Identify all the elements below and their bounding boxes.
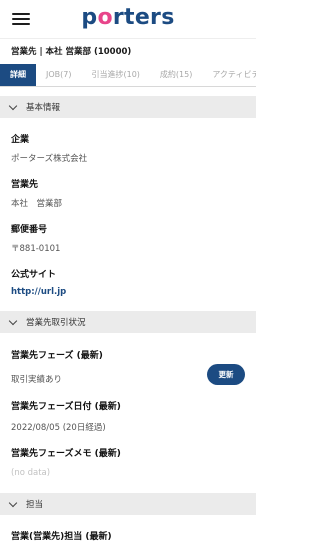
tab-contracts[interactable]: 成約(15)	[150, 64, 202, 86]
phase-date-value: 2022/08/05 (20日経過)	[11, 423, 106, 433]
website-link[interactable]: http://url.jp	[11, 287, 245, 297]
section-header-basic[interactable]: 基本情報	[0, 96, 256, 118]
field-phase-date: 営業先フェーズ日付 (最新) 2022/08/05 (20日経過)	[11, 399, 245, 433]
field-postal: 郵便番号 〒881-0101	[11, 222, 245, 254]
section-title-status: 営業先取引状況	[26, 318, 86, 328]
website-label: 公式サイト	[11, 270, 57, 280]
tab-activity[interactable]: アクティビティ	[202, 64, 256, 86]
phase-memo-value: (no data)	[11, 468, 51, 478]
section-header-owner[interactable]: 担当	[0, 493, 256, 515]
tab-allocation-progress[interactable]: 引当進捗(10)	[81, 64, 149, 86]
field-client: 営業先 本社 営業部	[11, 177, 245, 209]
postal-label: 郵便番号	[11, 225, 48, 235]
postal-value: 〒881-0101	[11, 244, 61, 254]
owner-fields: 営業(営業先)担当 (最新)	[0, 529, 256, 542]
company-value: ポーターズ株式会社	[11, 154, 88, 164]
section-title-basic: 基本情報	[26, 103, 61, 113]
chevron-down-icon	[8, 498, 18, 507]
section-title-owner: 担当	[26, 500, 44, 510]
tab-job[interactable]: JOB(7)	[36, 64, 81, 86]
field-website: 公式サイト http://url.jp	[11, 267, 245, 297]
chevron-down-icon	[8, 101, 18, 110]
client-value: 本社 営業部	[11, 199, 63, 209]
tab-details[interactable]: 詳細	[0, 64, 36, 86]
porters-logo: porters	[81, 5, 175, 30]
field-phase-memo: 営業先フェーズメモ (最新) (no data)	[11, 446, 245, 478]
top-bar: porters	[0, 0, 256, 38]
basic-info-fields: 企業 ポーターズ株式会社 営業先 本社 営業部 郵便番号 〒881-0101 公…	[0, 132, 256, 297]
section-header-status[interactable]: 営業先取引状況	[0, 311, 256, 333]
tab-bar: 詳細 JOB(7) 引当進捗(10) 成約(15) アクティビティ	[0, 64, 256, 87]
field-owner: 営業(営業先)担当 (最新)	[11, 529, 245, 542]
client-label: 営業先	[11, 180, 39, 190]
update-button[interactable]: 更新	[207, 364, 245, 385]
owner-label: 営業(営業先)担当 (最新)	[11, 532, 112, 542]
field-company: 企業 ポーターズ株式会社	[11, 132, 245, 164]
phase-label: 営業先フェーズ (最新)	[11, 351, 103, 361]
field-phase: 営業先フェーズ (最新) 取引実績あり 更新	[11, 348, 245, 385]
phase-memo-label: 営業先フェーズメモ (最新)	[11, 449, 121, 459]
phase-date-label: 営業先フェーズ日付 (最新)	[11, 402, 121, 412]
breadcrumb: 営業先 | 本社 営業部 (10000)	[0, 38, 256, 64]
chevron-down-icon	[8, 316, 18, 325]
status-fields: 営業先フェーズ (最新) 取引実績あり 更新 営業先フェーズ日付 (最新) 20…	[0, 348, 256, 478]
company-label: 企業	[11, 135, 30, 145]
